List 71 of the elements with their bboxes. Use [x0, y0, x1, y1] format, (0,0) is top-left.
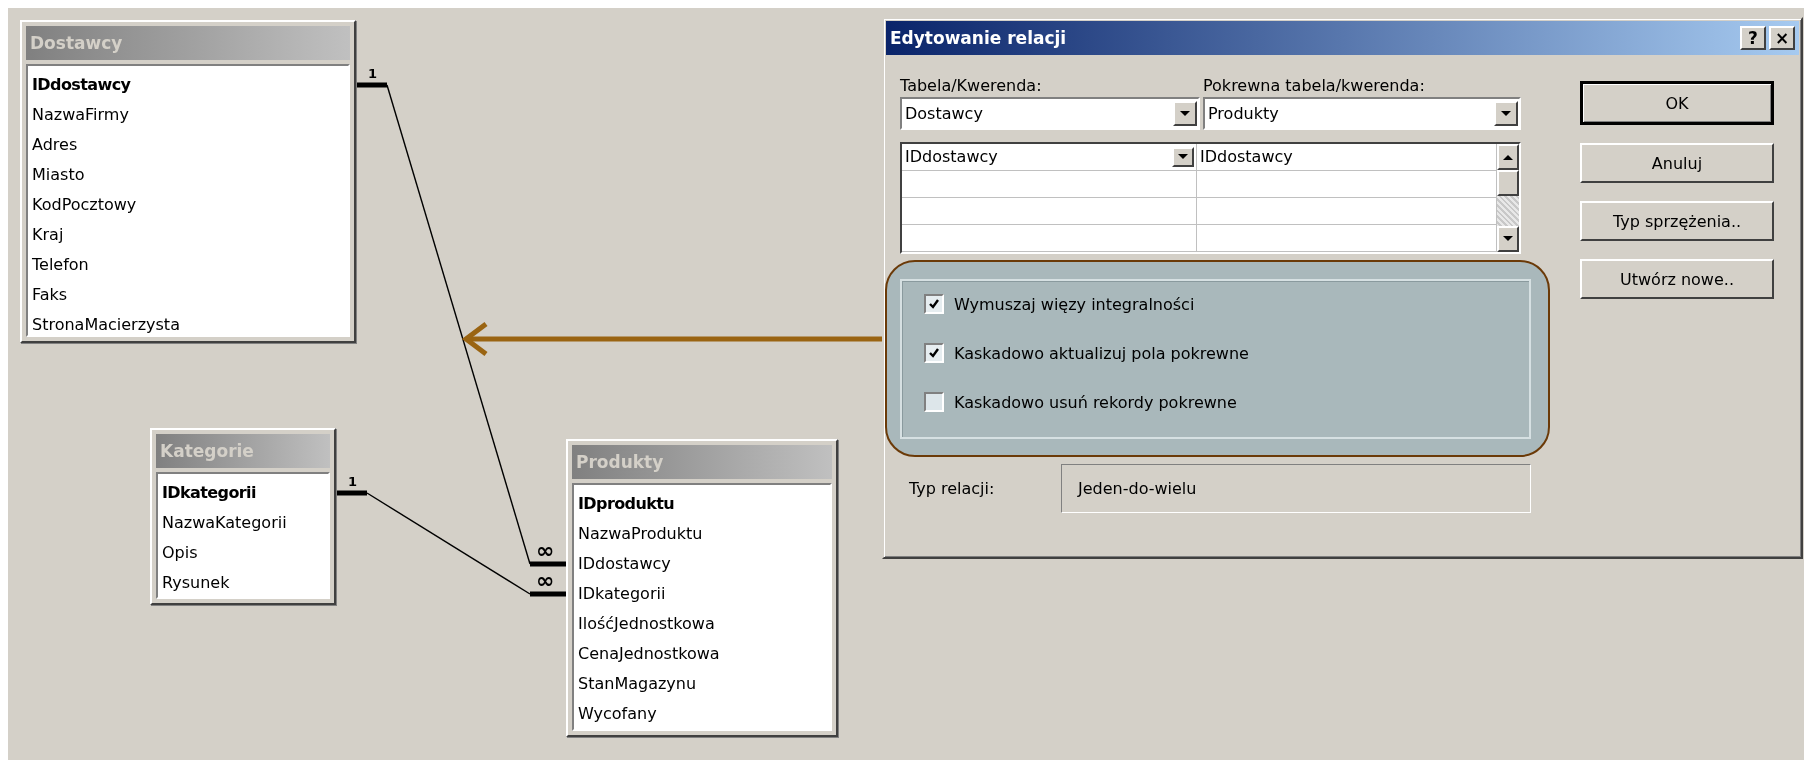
checkbox-label[interactable]: Wymuszaj więzy integralności	[954, 294, 1195, 314]
field-name[interactable]: IDkategorii	[158, 478, 328, 508]
dropdown-arrow-button[interactable]	[1173, 101, 1197, 126]
caret-down-icon	[1503, 236, 1513, 242]
checkbox[interactable]	[924, 343, 944, 363]
dropdown-arrow-button[interactable]	[1172, 147, 1194, 167]
table-window[interactable]: Dostawcy IDdostawcy NazwaFirmy Adres Miasto KodPocztowy Kraj Telefon Faks StronaMacierzysta	[20, 20, 356, 343]
cardinality-label: 1	[368, 66, 378, 81]
grid-cell[interactable]	[1197, 198, 1497, 225]
checkbox-label[interactable]: Kaskadowo aktualizuj pola pokrewne	[954, 343, 1249, 363]
field-label: Typ relacji:	[908, 479, 996, 498]
field-name[interactable]: IDproduktu	[574, 489, 830, 519]
help-button[interactable]: ?	[1740, 26, 1766, 50]
checkbox[interactable]	[924, 392, 944, 412]
cardinality-label: 1	[348, 474, 358, 489]
field-name[interactable]: IDkategorii	[574, 579, 830, 609]
field-name[interactable]: Rysunek	[158, 568, 328, 597]
cardinality-label: ∞	[536, 538, 555, 563]
dialog-title: Edytowanie relacji	[890, 28, 1067, 48]
caret-down-icon	[1178, 154, 1188, 160]
relation-type-field: Jeden-do-wielu	[1061, 464, 1531, 513]
field-name[interactable]: CenaJednostkowa	[574, 639, 830, 669]
check-icon	[928, 298, 940, 310]
table-dropdown[interactable]: Produkty	[1203, 97, 1521, 130]
scroll-up-button[interactable]	[1497, 144, 1519, 170]
field-name[interactable]: StronaMacierzysta	[28, 310, 348, 335]
field-name[interactable]: Wycofany	[574, 699, 830, 729]
dialog-button[interactable]: Anuluj	[1580, 143, 1774, 183]
dialog-button[interactable]: OK	[1580, 81, 1774, 125]
field-name[interactable]: Miasto	[28, 160, 348, 190]
field-name[interactable]: IDdostawcy	[574, 549, 830, 579]
grid-cell[interactable]: IDdostawcy	[1197, 144, 1497, 171]
table-window[interactable]: Produkty IDproduktu NazwaProduktu IDdostawcy IDkategorii IlośćJednostkowa CenaJednostkowa StanMagazynu Wycofany	[566, 439, 838, 737]
scrollbar[interactable]	[1497, 144, 1519, 252]
grid-cell[interactable]: IDdostawcy	[902, 144, 1197, 171]
field-name[interactable]: KodPocztowy	[28, 190, 348, 220]
relationship-line[interactable]	[336, 490, 566, 597]
field-name[interactable]: NazwaKategorii	[158, 508, 328, 538]
field-name[interactable]: NazwaProduktu	[574, 519, 830, 549]
scroll-thumb[interactable]	[1497, 170, 1519, 196]
field-name[interactable]: IDdostawcy	[28, 70, 348, 100]
field-name[interactable]: NazwaFirmy	[28, 100, 348, 130]
grid-cell[interactable]	[1197, 225, 1497, 252]
field-name[interactable]: Faks	[28, 280, 348, 310]
dropdown-arrow-button[interactable]	[1494, 101, 1518, 126]
check-icon	[928, 347, 940, 359]
grid-cell[interactable]	[902, 171, 1197, 198]
caret-up-icon	[1503, 154, 1513, 160]
field-name[interactable]: Opis	[158, 538, 328, 568]
scroll-down-button[interactable]	[1497, 226, 1519, 252]
field-name[interactable]: IlośćJednostkowa	[574, 609, 830, 639]
close-button[interactable]: ×	[1769, 26, 1795, 50]
cardinality-label: ∞	[536, 568, 555, 593]
field-name[interactable]: StanMagazynu	[574, 669, 830, 699]
field-name: IDdostawcy	[905, 146, 998, 168]
field-name[interactable]: Kraj	[28, 220, 348, 250]
field-name[interactable]: Adres	[28, 130, 348, 160]
checkbox-label[interactable]: Kaskadowo usuń rekordy pokrewne	[954, 392, 1237, 412]
caret-down-icon	[1180, 110, 1190, 117]
grid-cell[interactable]	[902, 198, 1197, 225]
field-label: Pokrewna tabela/kwerenda:	[1203, 75, 1425, 95]
caret-down-icon	[1501, 110, 1511, 117]
field-label: Tabela/Kwerenda:	[900, 75, 1043, 95]
dialog-button[interactable]: Typ sprzężenia..	[1580, 201, 1774, 241]
dialog-button[interactable]: Utwórz nowe..	[1580, 259, 1774, 299]
grid-cell[interactable]	[902, 225, 1197, 252]
field-name[interactable]: Telefon	[28, 250, 348, 280]
checkbox[interactable]	[924, 294, 944, 314]
table-window[interactable]: Kategorie IDkategorii NazwaKategorii Opis Rysunek	[150, 428, 336, 605]
table-dropdown[interactable]: Dostawcy	[900, 97, 1200, 130]
grid-cell[interactable]	[1197, 171, 1497, 198]
